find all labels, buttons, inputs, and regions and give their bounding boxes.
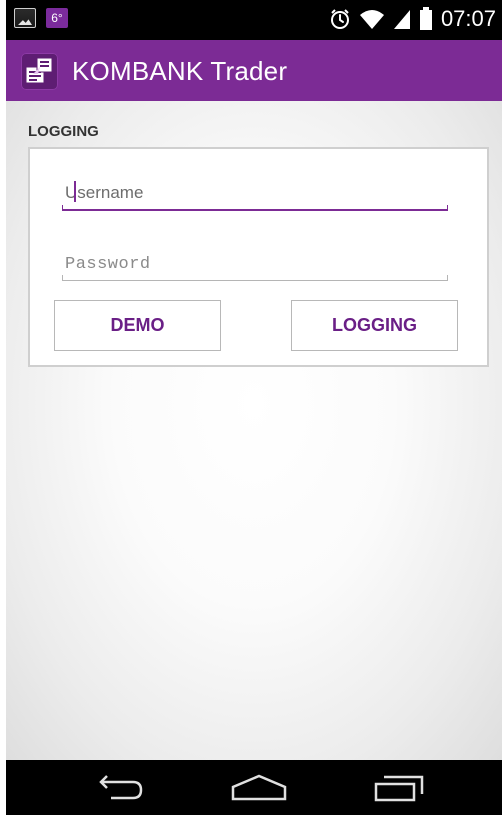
username-input[interactable] bbox=[62, 179, 448, 207]
status-bar-right: 07:07 bbox=[329, 6, 496, 32]
password-input[interactable] bbox=[62, 249, 448, 277]
wifi-icon bbox=[359, 8, 385, 30]
status-bar: 6° 07:07 bbox=[6, 0, 502, 40]
recent-apps-icon[interactable] bbox=[374, 774, 426, 807]
app-logo-icon[interactable] bbox=[21, 53, 58, 90]
username-underline bbox=[62, 205, 448, 211]
navigation-bar bbox=[6, 760, 502, 815]
alarm-icon bbox=[329, 8, 351, 30]
demo-button[interactable]: DEMO bbox=[54, 300, 221, 351]
home-icon[interactable] bbox=[231, 774, 287, 807]
app-title: KOMBANK Trader bbox=[72, 56, 288, 86]
phone-screen: 6° 07:07 KOMBANK Trader LOGGING Username… bbox=[6, 0, 502, 815]
signal-icon bbox=[393, 8, 411, 30]
status-bar-left: 6° bbox=[14, 8, 68, 28]
password-field[interactable] bbox=[62, 249, 448, 281]
username-field[interactable] bbox=[62, 179, 448, 211]
text-cursor bbox=[74, 181, 76, 202]
temperature-badge: 6° bbox=[46, 8, 68, 28]
photo-icon bbox=[14, 8, 36, 28]
app-bar: KOMBANK Trader bbox=[6, 40, 502, 101]
battery-icon bbox=[419, 7, 433, 31]
login-button[interactable]: LOGGING bbox=[291, 300, 458, 351]
back-icon[interactable] bbox=[91, 774, 143, 807]
clock-time: 07:07 bbox=[440, 6, 496, 31]
password-underline bbox=[62, 275, 448, 281]
login-panel: DEMO LOGGING bbox=[28, 147, 489, 367]
section-label: LOGGING bbox=[28, 123, 99, 140]
main-content: LOGGING DEMO LOGGING bbox=[6, 101, 502, 760]
